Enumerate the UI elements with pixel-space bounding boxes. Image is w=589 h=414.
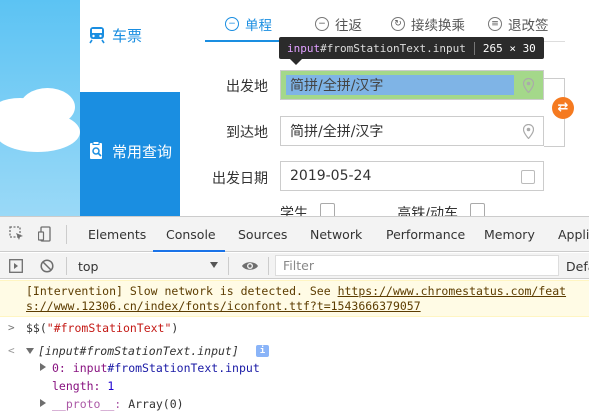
tab-round-trip[interactable]: − 往返 xyxy=(315,14,362,34)
from-station-placeholder: 简拼/全拼/汉字 xyxy=(290,78,384,94)
minus-circle-icon: − xyxy=(315,17,329,31)
toolbar-separator xyxy=(66,225,67,244)
result-item-index: 0: xyxy=(52,361,66,375)
expand-right-icon[interactable] xyxy=(40,363,46,371)
menu-circle-icon: ≡ xyxy=(488,17,502,31)
tab-application[interactable]: Appli xyxy=(558,227,589,242)
inspect-tooltip: input #fromStationText.input 265 × 30 xyxy=(279,37,544,59)
tooltip-tag: input xyxy=(287,41,321,55)
nav-query-label: 常用查询 xyxy=(112,142,173,161)
from-station-input[interactable]: 简拼/全拼/汉字 xyxy=(280,70,544,100)
tooltip-selector: #fromStationText.input xyxy=(320,41,466,55)
clear-console-icon[interactable] xyxy=(40,259,54,273)
side-nav: 车票 常用查询 xyxy=(80,0,180,216)
tab-network[interactable]: Network xyxy=(310,227,362,242)
tooltip-divider xyxy=(473,41,475,55)
active-tab-underline xyxy=(205,40,285,42)
to-label: 到达地 xyxy=(226,125,268,141)
tab-refund-change[interactable]: ≡ 退改签 xyxy=(488,14,549,34)
proto-property[interactable]: __proto__: Array(0) xyxy=(52,397,184,411)
student-label: 学生 xyxy=(280,206,308,216)
warning-link-iconfont[interactable]: s://www.12306.cn/index/fonts/iconfont.tt… xyxy=(26,299,421,313)
context-selector[interactable]: top xyxy=(78,259,98,274)
tab-elements[interactable]: Elements xyxy=(88,227,146,242)
tooltip-arrow xyxy=(290,59,302,65)
tab-memory[interactable]: Memory xyxy=(484,227,535,242)
length-property: length: 1 xyxy=(52,379,114,393)
swap-stations-button[interactable]: ⇄ xyxy=(552,97,574,119)
length-key: length: xyxy=(52,379,101,393)
devtools-panel: Elements Console Sources Network Perform… xyxy=(0,216,589,414)
clipboard-search-icon xyxy=(90,141,102,159)
console-toolbar: top Filter Defa xyxy=(0,253,589,279)
minus-circle-icon: − xyxy=(225,17,239,31)
devtools-tabbar: Elements Console Sources Network Perform… xyxy=(0,217,589,252)
result-item-node: input xyxy=(72,361,108,375)
highspeed-checkbox[interactable] xyxy=(470,203,485,216)
calendar-icon xyxy=(521,170,535,184)
tab-transfer[interactable]: ↻ 接续换乘 xyxy=(391,14,465,34)
inspect-element-icon[interactable] xyxy=(9,226,25,242)
departure-date-input[interactable]: 2019-05-24 xyxy=(280,161,544,191)
expand-right-icon[interactable] xyxy=(40,399,46,407)
tab-console[interactable]: Console xyxy=(166,227,216,242)
device-toolbar-icon[interactable] xyxy=(38,226,54,242)
cloud xyxy=(0,112,80,152)
tab-single-trip[interactable]: − 单程 xyxy=(225,14,272,34)
date-label: 出发日期 xyxy=(212,171,268,187)
location-pin-icon xyxy=(523,78,534,93)
warning-text: [Intervention] Slow network is detected.… xyxy=(26,284,338,298)
tab-refund-change-label: 退改签 xyxy=(508,18,549,34)
from-label: 出发地 xyxy=(226,79,268,95)
toolbar-separator xyxy=(228,257,229,275)
result-item-selector: #fromStationText.input xyxy=(107,361,260,375)
proto-key: __proto__: xyxy=(52,397,122,411)
tab-transfer-label: 接续换乘 xyxy=(411,18,465,34)
sidebar-toggle-icon[interactable] xyxy=(9,259,23,273)
nav-ticket-label: 车票 xyxy=(112,26,143,45)
tooltip-size: 265 × 30 xyxy=(482,41,536,55)
result-item[interactable]: 0: input#fromStationText.input xyxy=(52,361,260,375)
to-station-placeholder: 简拼/全拼/汉字 xyxy=(290,124,384,140)
to-station-input[interactable]: 简拼/全拼/汉字 xyxy=(280,116,544,146)
command-argument: "#fromStationText" xyxy=(46,321,172,335)
tab-single-label: 单程 xyxy=(245,18,272,34)
command-suffix: ) xyxy=(171,321,179,335)
warning-line-2: s://www.12306.cn/index/fonts/iconfont.tt… xyxy=(26,299,589,314)
console-command[interactable]: $$("#fromStationText") xyxy=(26,321,178,335)
nav-item-ticket[interactable]: 车票 xyxy=(80,0,180,70)
web-page: 车票 常用查询 − 单程 − 往返 ↻ 接续换乘 ≡ 退改签 出发地 简拼/全拼… xyxy=(0,0,589,216)
active-tab-underline xyxy=(153,250,225,252)
student-checkbox[interactable] xyxy=(320,203,335,216)
chevron-down-icon xyxy=(210,262,218,268)
highspeed-label: 高铁/动车 xyxy=(397,206,458,216)
refresh-circle-icon: ↻ xyxy=(391,17,405,31)
log-levels-dropdown[interactable]: Defa xyxy=(566,259,589,274)
sky-background xyxy=(0,0,80,216)
tab-round-trip-label: 往返 xyxy=(335,18,362,34)
info-icon[interactable]: i xyxy=(256,345,269,357)
tab-performance[interactable]: Performance xyxy=(386,227,465,242)
location-pin-icon xyxy=(523,124,534,139)
eye-icon[interactable] xyxy=(241,259,259,273)
departure-date-value: 2019-05-24 xyxy=(290,168,372,184)
console-filter-input[interactable]: Filter xyxy=(275,255,559,276)
train-icon xyxy=(89,27,105,44)
console-warning-message: [Intervention] Slow network is detected.… xyxy=(0,280,589,317)
result-chevron-icon: < xyxy=(8,344,15,357)
warning-link-chromestatus[interactable]: https://www.chromestatus.com/feat xyxy=(338,284,566,298)
expand-down-icon[interactable] xyxy=(26,348,34,354)
toolbar-separator xyxy=(268,257,269,275)
nav-item-common-query[interactable]: 常用查询 xyxy=(80,92,180,210)
prompt-chevron-icon: > xyxy=(8,321,15,334)
length-value: 1 xyxy=(107,379,115,393)
toolbar-separator xyxy=(66,257,67,275)
result-summary[interactable]: [input#fromStationText.input] xyxy=(38,344,239,358)
command-prefix: $$( xyxy=(26,321,47,335)
proto-value: Array(0) xyxy=(128,397,184,411)
tab-sources[interactable]: Sources xyxy=(238,227,287,242)
warning-line-1: [Intervention] Slow network is detected.… xyxy=(26,284,589,299)
